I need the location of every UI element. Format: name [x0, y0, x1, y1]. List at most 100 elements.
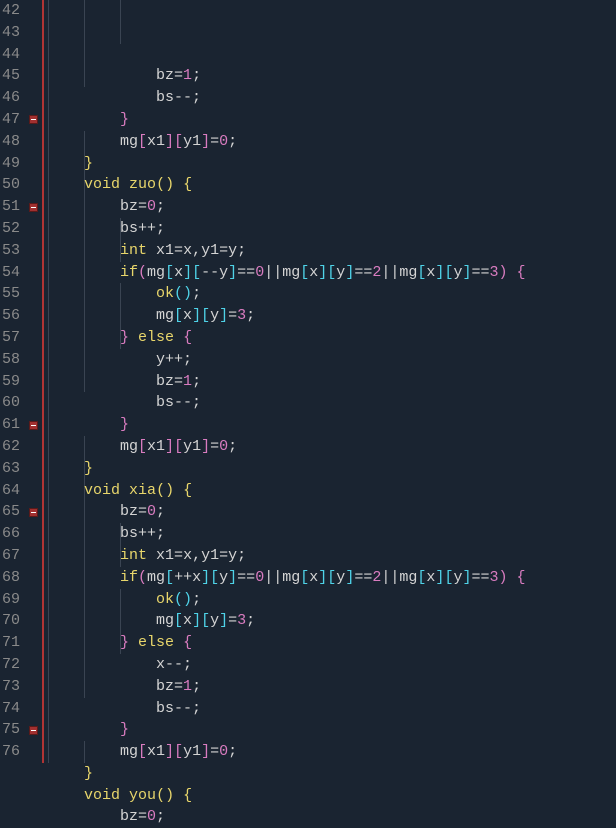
code-line[interactable]: bs--; — [48, 392, 616, 414]
fold-toggle-icon[interactable] — [29, 508, 38, 517]
token-semi: ; — [228, 133, 237, 150]
token-br-yellow: () — [156, 176, 174, 193]
token-br-cyan: [ — [165, 569, 174, 586]
code-line[interactable]: if(mg[++x][y]==0||mg[x][y]==2||mg[x][y]=… — [48, 567, 616, 589]
code-line[interactable]: mg[x1][y1]=0; — [48, 131, 616, 153]
code-line[interactable]: } else { — [48, 632, 616, 654]
token-op: -- — [174, 700, 192, 717]
token-br-cyan: ] — [228, 569, 237, 586]
code-line[interactable]: if(mg[x][--y]==0||mg[x][y]==2||mg[x][y]=… — [48, 262, 616, 284]
line-number: 57 — [0, 327, 20, 349]
token-br-cyan: [ — [300, 569, 309, 586]
token-op: -- — [174, 89, 192, 106]
token-ident — [174, 482, 183, 499]
token-ident: y1 — [183, 438, 201, 455]
token-semi: ; — [156, 525, 165, 542]
token-op: , — [192, 547, 201, 564]
line-number: 50 — [0, 174, 20, 196]
fold-toggle-icon[interactable] — [29, 115, 38, 124]
token-ident: y — [219, 569, 228, 586]
token-ident — [120, 787, 129, 804]
token-br-pink: ] — [201, 743, 210, 760]
fold-toggle-icon[interactable] — [29, 726, 38, 735]
token-br-yellow: { — [183, 787, 192, 804]
token-br-pink: ) — [499, 569, 508, 586]
code-line[interactable]: ok(); — [48, 589, 616, 611]
code-line[interactable]: bz=0; — [48, 196, 616, 218]
token-ident: bs — [48, 394, 174, 411]
token-op: || — [264, 264, 282, 281]
token-ident: mg — [282, 569, 300, 586]
code-line[interactable]: x--; — [48, 654, 616, 676]
code-line[interactable]: mg[x1][y1]=0; — [48, 741, 616, 763]
token-br-cyan: ] — [345, 264, 354, 281]
token-type: int — [120, 547, 147, 564]
token-br-pink: ( — [138, 569, 147, 586]
code-line[interactable]: ok(); — [48, 283, 616, 305]
code-line[interactable]: bz=1; — [48, 65, 616, 87]
code-line[interactable]: int x1=x,y1=y; — [48, 545, 616, 567]
token-ident — [48, 721, 120, 738]
code-line[interactable]: bz=1; — [48, 676, 616, 698]
fold-toggle-icon[interactable] — [29, 203, 38, 212]
code-line[interactable]: bz=0; — [48, 806, 616, 828]
line-number: 65 — [0, 501, 20, 523]
token-num: 0 — [255, 264, 264, 281]
code-line[interactable]: } — [48, 458, 616, 480]
code-line[interactable]: bs++; — [48, 218, 616, 240]
token-op: == — [237, 264, 255, 281]
code-line[interactable]: y++; — [48, 349, 616, 371]
code-line[interactable]: bz=1; — [48, 371, 616, 393]
token-ident — [508, 569, 517, 586]
token-num: 2 — [372, 569, 381, 586]
token-ident — [48, 634, 120, 651]
token-ident: y — [219, 264, 228, 281]
code-line[interactable]: } — [48, 719, 616, 741]
token-fn: you — [129, 787, 156, 804]
token-br-yellow: } — [84, 765, 93, 782]
line-number: 66 — [0, 523, 20, 545]
token-br-cyan: () — [174, 591, 192, 608]
code-line[interactable]: bs--; — [48, 87, 616, 109]
token-br-pink: ] — [165, 133, 174, 150]
code-line[interactable]: } else { — [48, 327, 616, 349]
code-line[interactable]: void zuo() { — [48, 174, 616, 196]
token-br-pink: [ — [138, 133, 147, 150]
token-ident: y1 — [183, 743, 201, 760]
code-line[interactable]: } — [48, 153, 616, 175]
token-type: void — [84, 482, 120, 499]
code-line[interactable]: bs--; — [48, 698, 616, 720]
token-ident: x — [183, 242, 192, 259]
line-number: 75 — [0, 719, 20, 741]
fold-toggle-icon[interactable] — [29, 421, 38, 430]
code-line[interactable]: int x1=x,y1=y; — [48, 240, 616, 262]
token-ident — [174, 634, 183, 651]
code-line[interactable]: } — [48, 414, 616, 436]
code-line[interactable]: void you() { — [48, 785, 616, 807]
token-type: else — [138, 634, 174, 651]
token-op: = — [228, 307, 237, 324]
code-line[interactable]: } — [48, 109, 616, 131]
code-line[interactable]: mg[x][y]=3; — [48, 610, 616, 632]
bracket-guide-column — [40, 0, 48, 763]
token-ident — [48, 460, 84, 477]
token-op: == — [354, 264, 372, 281]
token-ident: y1 — [201, 547, 219, 564]
code-line[interactable]: bs++; — [48, 523, 616, 545]
token-type: int — [120, 242, 147, 259]
code-area[interactable]: bz=1; bs--; } mg[x1][y1]=0; } void zuo()… — [48, 0, 616, 763]
code-line[interactable]: bz=0; — [48, 501, 616, 523]
token-op: = — [174, 678, 183, 695]
token-op: || — [264, 569, 282, 586]
token-semi: ; — [192, 373, 201, 390]
line-number: 56 — [0, 305, 20, 327]
code-line[interactable]: mg[x][y]=3; — [48, 305, 616, 327]
token-ident: y1 — [183, 133, 201, 150]
code-line[interactable]: } — [48, 763, 616, 785]
token-ident — [120, 482, 129, 499]
token-ident: x — [309, 569, 318, 586]
code-line[interactable]: void xia() { — [48, 480, 616, 502]
token-semi: ; — [156, 220, 165, 237]
code-editor[interactable]: 4243444546474849505152535455565758596061… — [0, 0, 616, 763]
code-line[interactable]: mg[x1][y1]=0; — [48, 436, 616, 458]
